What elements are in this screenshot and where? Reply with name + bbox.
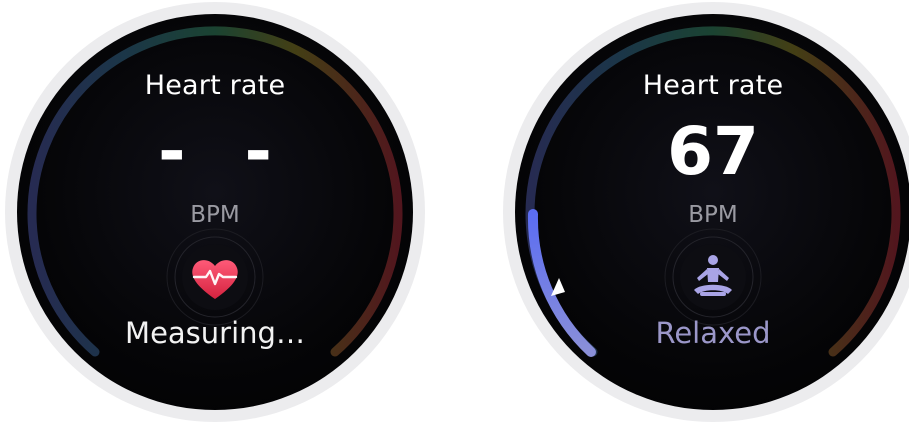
bpm-value: 67: [667, 113, 759, 190]
heart-rate-state: Relaxed: [655, 316, 771, 350]
meditation-person-icon: [664, 228, 762, 326]
watch-face-measuring: Heart rate - - BPM Measuring…: [5, 2, 425, 422]
page-title: Heart rate: [144, 70, 286, 101]
bpm-value: - -: [158, 113, 290, 190]
measurement-status: Measuring…: [125, 316, 305, 350]
page-title: Heart rate: [642, 70, 784, 101]
watch-screen: Heart rate - - BPM Measuring…: [17, 14, 413, 410]
watch-screen: Heart rate 67 BPM Relaxed: [515, 14, 909, 410]
bpm-unit: BPM: [688, 202, 738, 228]
heart-pulse-icon: [166, 228, 264, 326]
watch-face-result: Heart rate 67 BPM Relaxed: [503, 2, 909, 422]
bpm-unit: BPM: [190, 202, 240, 228]
zone-pointer-icon: [551, 278, 565, 296]
